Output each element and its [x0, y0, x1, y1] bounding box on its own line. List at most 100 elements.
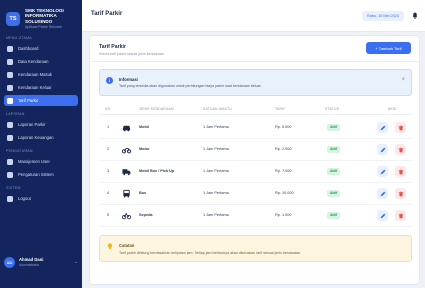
- column-header-tarif: TARIF: [275, 107, 286, 111]
- sidebar-item-label: Laporan Keuangan: [18, 135, 54, 140]
- note-text: Tarif parkir dihitung berdasarkan kelipa…: [119, 251, 301, 255]
- sidebar-item-kendaraan-masuk[interactable]: Kendaraan Masuk: [4, 69, 78, 80]
- table-header: NO JENIS KENDARAAN SATUAN WAKTU TARIF ST…: [99, 105, 412, 115]
- avatar: AD: [4, 256, 15, 268]
- vehicle-name: Bus: [139, 191, 147, 195]
- note-alert: Catatan Tarif parkir dihitung berdasarka…: [99, 235, 412, 262]
- edit-button[interactable]: [377, 144, 388, 155]
- table-row: 5 Sepeda 1 Jam Pertama Rp. 1.000 Aktif: [99, 205, 412, 227]
- delete-button[interactable]: [395, 166, 406, 177]
- trash-icon: [398, 125, 403, 130]
- pencil-icon: [380, 169, 385, 174]
- lightbulb-icon: [107, 243, 113, 250]
- sidebar-item-label: Pengaturan Sistem: [18, 172, 54, 177]
- info-text: Tarif yang tersedia akan digunakan untuk…: [119, 84, 262, 88]
- sidebar-item-label: Tarif Parkir: [18, 98, 39, 103]
- delete-button[interactable]: [395, 144, 406, 155]
- brand-subtitle: Aplikasi Parkir Sekolah: [25, 24, 62, 29]
- pencil-icon: [380, 213, 385, 218]
- sidebar-item-label: Laporan Parkir: [18, 122, 46, 127]
- sidebar-item-logout[interactable]: Logout: [4, 193, 78, 204]
- delete-button[interactable]: [395, 188, 406, 199]
- edit-button[interactable]: [377, 210, 388, 221]
- row-no: 4: [107, 191, 110, 195]
- user-role: Administrator: [19, 262, 39, 267]
- column-header-status: STATUS: [325, 107, 340, 111]
- page-title: Tarif Parkir: [91, 11, 123, 17]
- delete-button[interactable]: [395, 210, 406, 221]
- logout-icon: [7, 195, 13, 202]
- truck-icon: [122, 169, 131, 176]
- edit-button[interactable]: [377, 166, 388, 177]
- vehicle-name: Motor: [139, 147, 150, 151]
- add-tarif-button[interactable]: + Tambah Tarif: [366, 42, 411, 54]
- time-unit: 1 Jam Pertama: [203, 169, 229, 173]
- dashboard-icon: [7, 45, 13, 52]
- table-row: 4 Bus 1 Jam Pertama Rp. 10.000 Aktif: [99, 183, 412, 205]
- row-no: 2: [107, 147, 110, 151]
- topbar: Tarif Parkir Rabu, 15 Mei 2024: [82, 0, 425, 32]
- sidebar-item-tarif-parkir[interactable]: Tarif Parkir: [4, 95, 78, 106]
- status-badge: Aktif: [327, 212, 341, 219]
- table-row: 3 Mobil Box / Pick Up 1 Jam Pertama Rp. …: [99, 161, 412, 183]
- sidebar-item-pengaturan-sistem[interactable]: Pengaturan Sistem: [4, 169, 78, 180]
- column-header-satuan-waktu: SATUAN WAKTU: [203, 107, 232, 111]
- trash-icon: [398, 213, 403, 218]
- sidebar-item-label: Manajemen User: [18, 159, 50, 164]
- trash-icon: [398, 169, 403, 174]
- sidebar-item-data-kendaraan[interactable]: Data Kendaraan: [4, 56, 78, 67]
- row-no: 5: [107, 213, 110, 217]
- tag-icon: [7, 97, 13, 104]
- edit-button[interactable]: [377, 188, 388, 199]
- sidebar-item-dashboard[interactable]: Dashboard: [4, 43, 78, 54]
- column-header-aksi: AKSI: [388, 107, 397, 111]
- motorcycle-icon: [122, 148, 131, 154]
- users-icon: [7, 158, 13, 165]
- vehicle-name: Sepeda: [139, 213, 153, 217]
- arrow-out-icon: [7, 84, 13, 91]
- sidebar-item-laporan-keuangan[interactable]: Laporan Keuangan: [4, 132, 78, 143]
- close-icon[interactable]: ×: [401, 77, 405, 83]
- car-icon: [122, 125, 131, 132]
- sidebar-item-label: Kendaraan Masuk: [18, 72, 52, 77]
- info-title: Informasi: [119, 77, 138, 82]
- rate: Rp. 10.000: [275, 191, 294, 195]
- chevron-down-icon: ⌄: [73, 259, 78, 265]
- sidebar: TS SMK TEKNOLOGI INFORMATIKA SOLUSINDO A…: [0, 0, 82, 288]
- pencil-icon: [380, 191, 385, 196]
- section-title-laporan: LAPORAN: [6, 112, 25, 116]
- section-title-sistem: SISTEM: [6, 186, 21, 190]
- trash-icon: [398, 191, 403, 196]
- gear-icon: [7, 171, 13, 178]
- card-title: Tarif Parkir: [99, 44, 127, 50]
- trash-icon: [398, 147, 403, 152]
- sidebar-item-laporan-parkir[interactable]: Laporan Parkir: [4, 119, 78, 130]
- column-header-no: NO: [105, 107, 111, 111]
- card-subtitle: Kelola tarif parkir sesuai jenis kendara…: [99, 52, 164, 56]
- time-unit: 1 Jam Pertama: [203, 191, 229, 195]
- bus-icon: [123, 189, 130, 198]
- sidebar-item-label: Kendaraan Keluar: [18, 85, 52, 90]
- bell-icon[interactable]: [412, 12, 418, 19]
- user-menu[interactable]: AD Ahmad Dani Administrator ⌄: [4, 252, 78, 272]
- vehicle-name: Mobil: [139, 125, 149, 129]
- rate: Rp. 5.000: [275, 125, 292, 129]
- report-icon: [7, 121, 13, 128]
- status-badge: Aktif: [327, 190, 341, 197]
- tarif-card: Tarif Parkir Kelola tarif parkir sesuai …: [89, 35, 420, 285]
- info-alert: i Informasi Tarif yang tersedia akan dig…: [99, 69, 412, 96]
- status-badge: Aktif: [327, 124, 341, 131]
- row-no: 1: [107, 125, 110, 129]
- bicycle-icon: [122, 213, 131, 220]
- sidebar-item-label: Data Kendaraan: [18, 59, 49, 64]
- delete-button[interactable]: [395, 122, 406, 133]
- sidebar-item-manajemen-user[interactable]: Manajemen User: [4, 156, 78, 167]
- status-badge: Aktif: [327, 168, 341, 175]
- time-unit: 1 Jam Pertama: [203, 147, 229, 151]
- table-row: 1 Mobil 1 Jam Pertama Rp. 5.000 Aktif: [99, 117, 412, 139]
- edit-button[interactable]: [377, 122, 388, 133]
- note-title: Catatan: [119, 243, 135, 248]
- sidebar-item-kendaraan-keluar[interactable]: Kendaraan Keluar: [4, 82, 78, 93]
- car-icon: [7, 58, 13, 65]
- date-badge: Rabu, 15 Mei 2024: [361, 11, 404, 21]
